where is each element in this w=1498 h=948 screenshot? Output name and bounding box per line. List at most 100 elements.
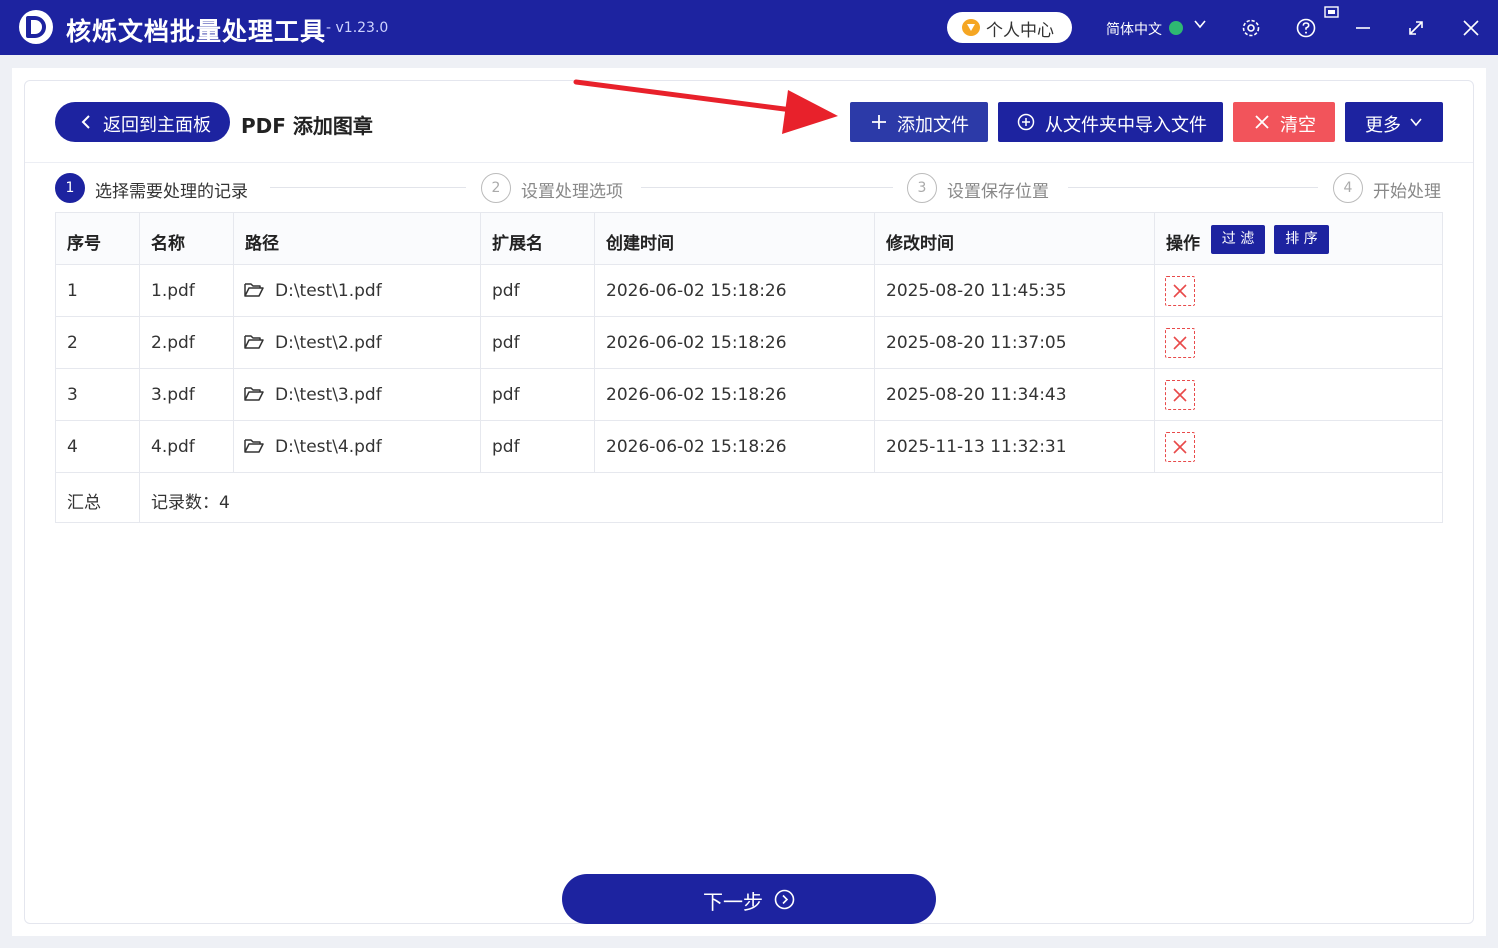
table-row[interactable]: 1 1.pdf D:\test\1.pdf pdf 2026-06-02 15:… (56, 265, 1442, 317)
row-modified-time: 2025-11-13 11:32:31 (886, 437, 1067, 457)
step-2-label: 设置处理选项 (521, 182, 623, 202)
step-1-label: 选择需要处理的记录 (95, 182, 248, 202)
sort-button[interactable]: 排 序 (1274, 225, 1329, 254)
row-modified-time: 2025-08-20 11:45:35 (886, 281, 1067, 301)
help-icon[interactable] (1295, 17, 1317, 39)
row-index: 4 (67, 437, 78, 457)
folder-open-icon[interactable] (244, 386, 264, 402)
x-icon (1173, 440, 1187, 454)
row-extension: pdf (492, 333, 520, 353)
folder-open-icon[interactable] (244, 282, 264, 298)
step-3-number: 3 (907, 173, 937, 203)
row-created-time: 2026-06-02 15:18:26 (606, 437, 787, 457)
plus-circle-icon (1017, 113, 1035, 131)
row-created-time: 2026-06-02 15:18:26 (606, 333, 787, 353)
row-path: D:\test\3.pdf (275, 385, 382, 405)
import-folder-label: 从文件夹中导入文件 (1045, 115, 1207, 136)
row-path: D:\test\4.pdf (275, 437, 382, 457)
row-index: 3 (67, 385, 78, 405)
row-name: 4.pdf (151, 437, 195, 457)
import-folder-button[interactable]: 从文件夹中导入文件 (998, 102, 1223, 142)
x-icon (1173, 284, 1187, 298)
table-row[interactable]: 4 4.pdf D:\test\4.pdf pdf 2026-06-02 15:… (56, 421, 1442, 473)
back-to-main-button[interactable]: 返回到主面板 (55, 102, 230, 142)
table-header-row: 序号 名称 路径 扩展名 创建时间 修改时间 操作 过 滤 排 序 (56, 213, 1442, 265)
delete-row-button[interactable] (1165, 380, 1195, 410)
delete-row-button[interactable] (1165, 276, 1195, 306)
more-button[interactable]: 更多 (1345, 102, 1443, 142)
title-bar: 核烁文档批量处理工具 - v1.23.0 个人中心 简体中文 (0, 0, 1498, 55)
step-connector (641, 187, 893, 188)
filter-button[interactable]: 过 滤 (1211, 225, 1265, 254)
header-index: 序号 (67, 234, 101, 254)
row-index: 2 (67, 333, 78, 353)
row-index: 1 (67, 281, 78, 301)
table-summary-row: 汇总 记录数：4 (56, 473, 1442, 523)
back-to-main-label: 返回到主面板 (103, 115, 211, 136)
clear-button[interactable]: 清空 (1233, 102, 1335, 142)
plus-icon (872, 115, 886, 129)
chevron-right-circle-icon (774, 889, 795, 910)
row-path: D:\test\1.pdf (275, 281, 382, 301)
table-row[interactable]: 3 3.pdf D:\test\3.pdf pdf 2026-06-02 15:… (56, 369, 1442, 421)
x-icon (1255, 115, 1269, 129)
row-path: D:\test\2.pdf (275, 333, 382, 353)
screenshot-icon[interactable] (1323, 5, 1341, 21)
step-2-number: 2 (481, 173, 511, 203)
row-name: 2.pdf (151, 333, 195, 353)
language-selector[interactable]: 简体中文 (1106, 19, 1162, 39)
row-extension: pdf (492, 437, 520, 457)
header-extension: 扩展名 (492, 234, 543, 254)
row-modified-time: 2025-08-20 11:37:05 (886, 333, 1067, 353)
folder-open-icon[interactable] (244, 438, 264, 454)
row-created-time: 2026-06-02 15:18:26 (606, 385, 787, 405)
more-label: 更多 (1365, 115, 1401, 136)
header-modified-time: 修改时间 (886, 234, 954, 254)
vip-crown-icon (962, 19, 980, 36)
row-extension: pdf (492, 385, 520, 405)
row-name: 1.pdf (151, 281, 195, 301)
delete-row-button[interactable] (1165, 432, 1195, 462)
app-logo-icon (19, 10, 53, 44)
add-file-label: 添加文件 (897, 115, 969, 136)
header-created-time: 创建时间 (606, 234, 674, 254)
row-modified-time: 2025-08-20 11:34:43 (886, 385, 1067, 405)
minimize-icon[interactable] (1352, 17, 1374, 39)
maximize-icon[interactable] (1405, 17, 1427, 39)
folder-open-icon[interactable] (244, 334, 264, 350)
row-name: 3.pdf (151, 385, 195, 405)
globe-icon (1169, 21, 1183, 35)
chevron-left-icon (81, 115, 90, 129)
delete-row-button[interactable] (1165, 328, 1195, 358)
summary-label: 汇总 (67, 493, 101, 513)
summary-record-count: 记录数：4 (151, 493, 230, 513)
add-file-button[interactable]: 添加文件 (850, 102, 988, 142)
chevron-down-icon (1410, 118, 1422, 127)
step-3-label: 设置保存位置 (947, 182, 1049, 202)
table-row[interactable]: 2 2.pdf D:\test\2.pdf pdf 2026-06-02 15:… (56, 317, 1442, 369)
app-version: - v1.23.0 (326, 20, 389, 36)
user-center-button[interactable]: 个人中心 (947, 12, 1072, 43)
file-table: 序号 名称 路径 扩展名 创建时间 修改时间 操作 过 滤 排 序 1 1.pd… (55, 212, 1443, 523)
app-title: 核烁文档批量处理工具 (66, 17, 327, 46)
header-divider (25, 162, 1473, 163)
chevron-down-icon[interactable] (1194, 18, 1206, 30)
row-extension: pdf (492, 281, 520, 301)
header-action: 操作 (1166, 234, 1200, 254)
header-name: 名称 (151, 234, 185, 254)
next-step-button[interactable]: 下一步 (562, 874, 936, 924)
close-icon[interactable] (1460, 17, 1482, 39)
step-1-number: 1 (55, 173, 85, 203)
header-path: 路径 (245, 234, 279, 254)
step-connector (270, 187, 466, 188)
clear-label: 清空 (1280, 115, 1316, 136)
step-connector (1068, 187, 1318, 188)
settings-icon[interactable] (1240, 17, 1262, 39)
row-created-time: 2026-06-02 15:18:26 (606, 281, 787, 301)
annotation-arrow-icon (573, 79, 838, 134)
next-step-label: 下一步 (703, 890, 763, 914)
step-4-number: 4 (1333, 173, 1363, 203)
page-title: PDF 添加图章 (241, 114, 373, 138)
step-4-label: 开始处理 (1373, 182, 1441, 202)
x-icon (1173, 388, 1187, 402)
